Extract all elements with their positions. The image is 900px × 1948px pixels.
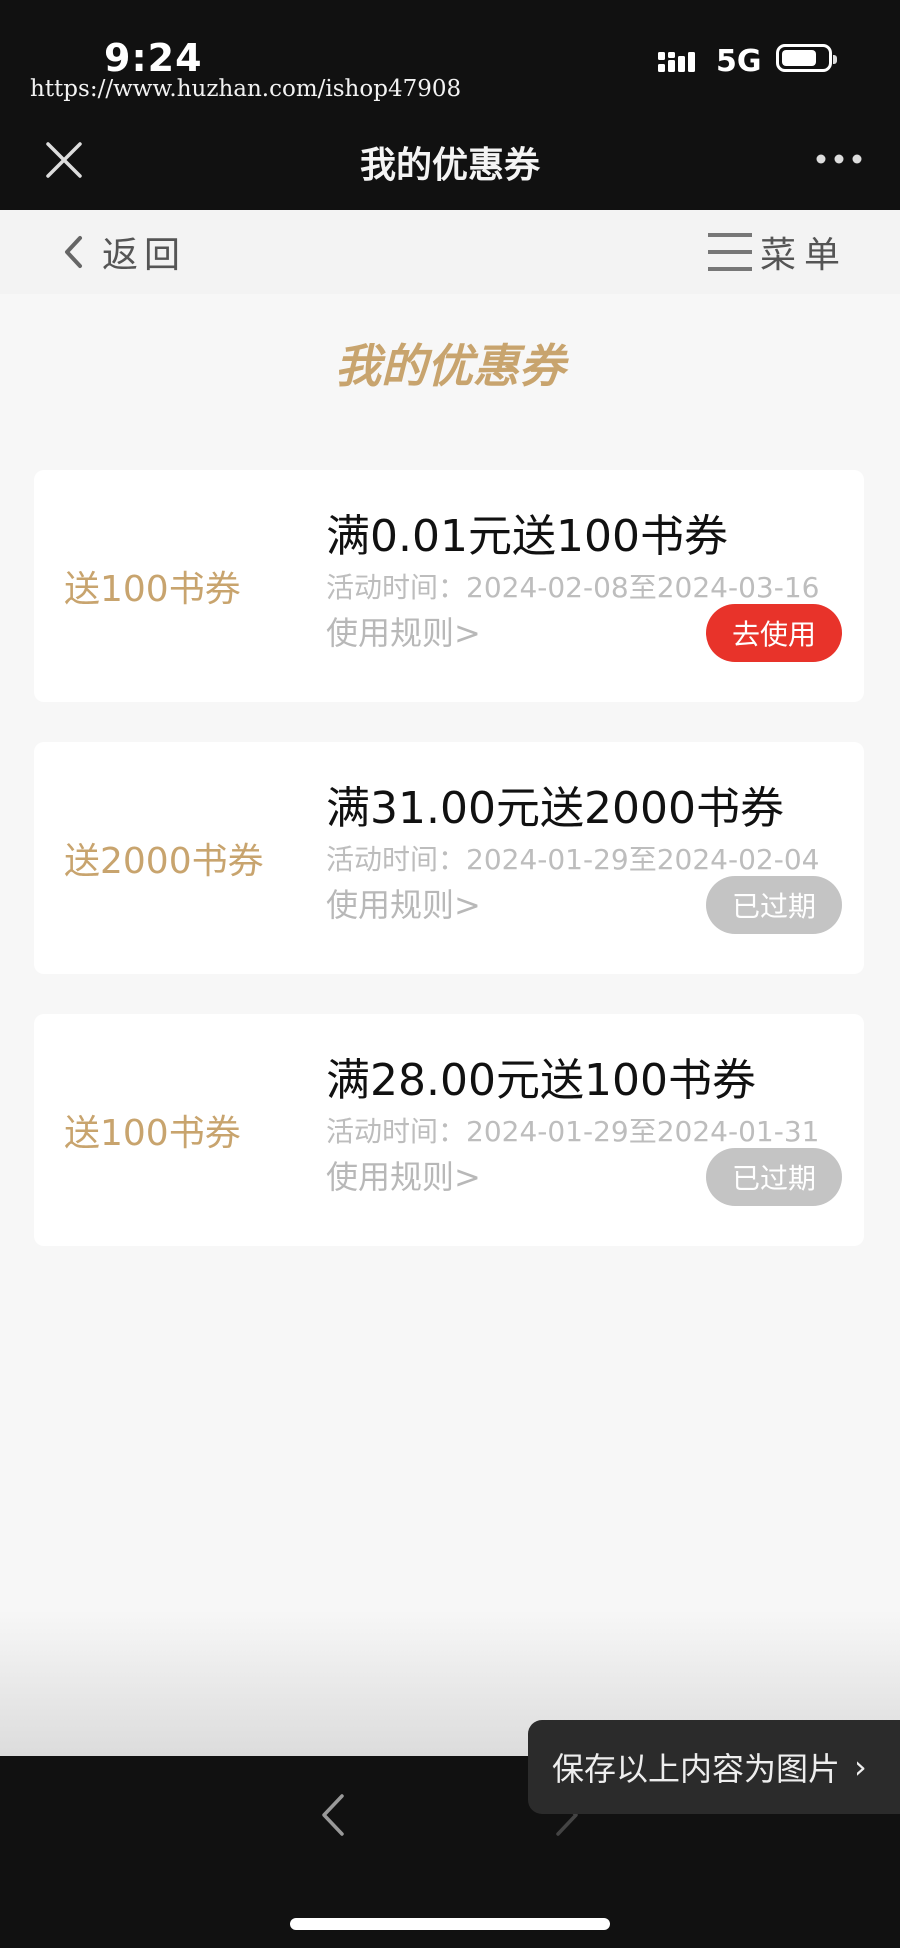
coupon-period: 活动时间：2024-01-29至2024-01-31	[326, 1115, 820, 1148]
coupon-rules-link[interactable]: 使用规则>	[326, 608, 481, 654]
coupon-title: 满31.00元送2000书券	[326, 783, 784, 834]
nav-title: 我的优惠券	[359, 145, 540, 186]
coupon-card: 送100书券 满0.01元送100书券 活动时间：2024-02-08至2024…	[34, 470, 864, 702]
home-indicator[interactable]	[290, 1918, 610, 1930]
coupon-label: 送100书券	[64, 1113, 241, 1154]
menu-icon	[707, 233, 752, 271]
save-as-image-button[interactable]: 保存以上内容为图片 ›	[528, 1720, 900, 1814]
browser-back-icon[interactable]	[318, 1790, 348, 1840]
coupon-period: 活动时间：2024-01-29至2024-02-04	[326, 843, 820, 876]
more-icon[interactable]	[816, 154, 862, 164]
nav-bar: 我的优惠券	[0, 108, 900, 210]
coupon-title: 满28.00元送100书券	[326, 1055, 756, 1106]
back-label: 返回	[102, 235, 187, 276]
expired-badge: 已过期	[706, 876, 842, 934]
page-title: 我的优惠券	[335, 339, 565, 393]
coupon-period: 活动时间：2024-02-08至2024-03-16	[326, 571, 820, 604]
chevron-left-icon	[65, 236, 82, 268]
coupon-card: 送2000书券 满31.00元送2000书券 活动时间：2024-01-29至2…	[34, 742, 864, 974]
signal-icon	[658, 52, 695, 72]
coupon-card: 送100书券 满28.00元送100书券 活动时间：2024-01-29至202…	[34, 1014, 864, 1246]
watermark-url: https://www.huzhan.com/ishop47908	[30, 76, 462, 102]
battery-icon	[776, 44, 837, 72]
status-time: 9:24	[104, 36, 203, 80]
coupon-label: 送2000书券	[64, 841, 264, 882]
expired-badge: 已过期	[706, 1148, 842, 1206]
status-bar: 9:24 https://www.huzhan.com/ishop47908 5…	[0, 0, 900, 108]
chevron-right-icon: ›	[854, 1748, 867, 1786]
coupon-rules-link[interactable]: 使用规则>	[326, 1152, 481, 1198]
sub-header: 返回 菜单	[0, 210, 900, 294]
save-as-image-label: 保存以上内容为图片	[552, 1750, 841, 1788]
coupon-rules-link[interactable]: 使用规则>	[326, 880, 481, 926]
use-coupon-button[interactable]: 去使用	[706, 604, 842, 662]
back-button[interactable]: 返回	[62, 230, 186, 276]
coupon-label: 送100书券	[64, 569, 241, 610]
coupon-title: 满0.01元送100书券	[326, 511, 728, 562]
menu-button[interactable]: 菜单	[707, 228, 848, 276]
menu-label: 菜单	[759, 235, 848, 276]
network-label: 5G	[716, 44, 762, 79]
